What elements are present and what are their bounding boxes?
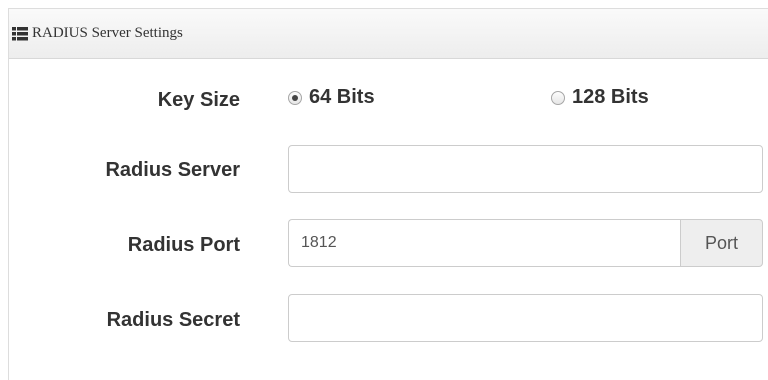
- radius-secret-input[interactable]: [288, 294, 763, 342]
- radius-server-input[interactable]: [288, 145, 763, 193]
- list-icon: [12, 27, 28, 41]
- port-addon: Port: [680, 219, 763, 267]
- key-size-label: Key Size: [157, 89, 240, 111]
- key-size-64-radio[interactable]: 64 Bits: [288, 86, 375, 109]
- panel-title: RADIUS Server Settings: [32, 25, 183, 41]
- radius-secret-label: Radius Secret: [106, 309, 240, 331]
- key-size-64-label: 64 Bits: [309, 86, 375, 108]
- key-size-128-label: 128 Bits: [572, 86, 649, 108]
- radius-port-input[interactable]: [288, 219, 680, 267]
- radio-button-checked[interactable]: [288, 90, 302, 105]
- radius-server-label: Radius Server: [105, 159, 240, 181]
- radius-port-input-group: Port: [288, 219, 763, 267]
- radio-button-unchecked[interactable]: [551, 90, 565, 105]
- radius-port-label: Radius Port: [127, 234, 240, 256]
- key-size-128-radio[interactable]: 128 Bits: [551, 86, 649, 109]
- panel-header: RADIUS Server Settings: [9, 9, 768, 59]
